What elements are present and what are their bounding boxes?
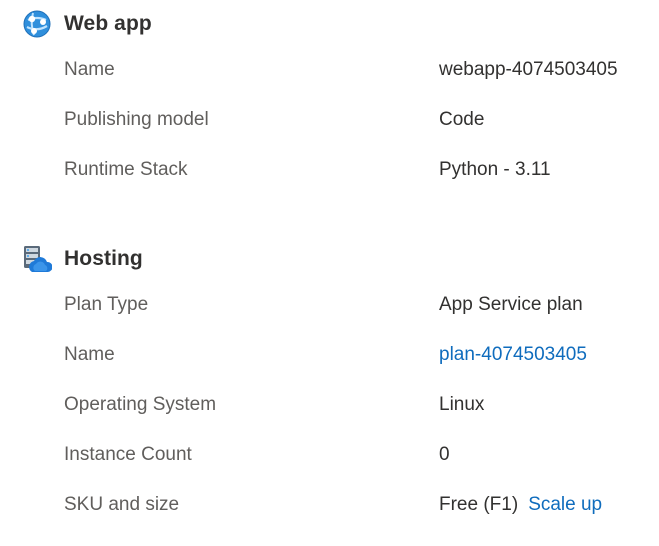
webapp-section-header: Web app	[22, 8, 152, 40]
scale-up-link[interactable]: Scale up	[528, 494, 602, 515]
summary-page: Web app Name webapp-4074503405 Publishin…	[0, 0, 659, 546]
web-app-globe-icon	[22, 9, 52, 39]
sku-value-group: Free (F1) Scale up	[439, 492, 602, 518]
row-value: Code	[439, 109, 485, 130]
hosting-row-instance-count: Instance Count 0	[0, 442, 659, 468]
hosting-section-header: Hosting	[22, 243, 143, 275]
webapp-section-title: Web app	[64, 12, 152, 35]
row-value: webapp-4074503405	[439, 59, 618, 80]
row-label: SKU and size	[64, 494, 180, 515]
webapp-row-publishing-model: Publishing model Code	[0, 107, 659, 133]
row-label: Name	[64, 59, 115, 80]
hosting-row-sku-size: SKU and size Free (F1) Scale up	[0, 492, 659, 518]
hosting-row-plan-type: Plan Type App Service plan	[0, 292, 659, 318]
row-label: Plan Type	[64, 294, 149, 315]
row-label: Runtime Stack	[64, 159, 188, 180]
hosting-server-cloud-icon	[22, 244, 52, 274]
row-label: Instance Count	[64, 444, 192, 465]
row-label: Operating System	[64, 394, 217, 415]
row-label: Name	[64, 344, 115, 365]
hosting-row-name: Name plan-4074503405	[0, 342, 659, 368]
hosting-row-operating-system: Operating System Linux	[0, 392, 659, 418]
webapp-row-name: Name webapp-4074503405	[0, 57, 659, 83]
row-value: Linux	[439, 394, 485, 415]
row-label: Publishing model	[64, 109, 209, 130]
webapp-row-runtime-stack: Runtime Stack Python - 3.11	[0, 157, 659, 183]
row-value: App Service plan	[439, 294, 583, 315]
row-value: Free (F1)	[439, 494, 519, 515]
row-value: Python - 3.11	[439, 159, 551, 180]
hosting-section-title: Hosting	[64, 247, 143, 270]
plan-name-link[interactable]: plan-4074503405	[439, 342, 587, 368]
row-value: 0	[439, 444, 450, 465]
